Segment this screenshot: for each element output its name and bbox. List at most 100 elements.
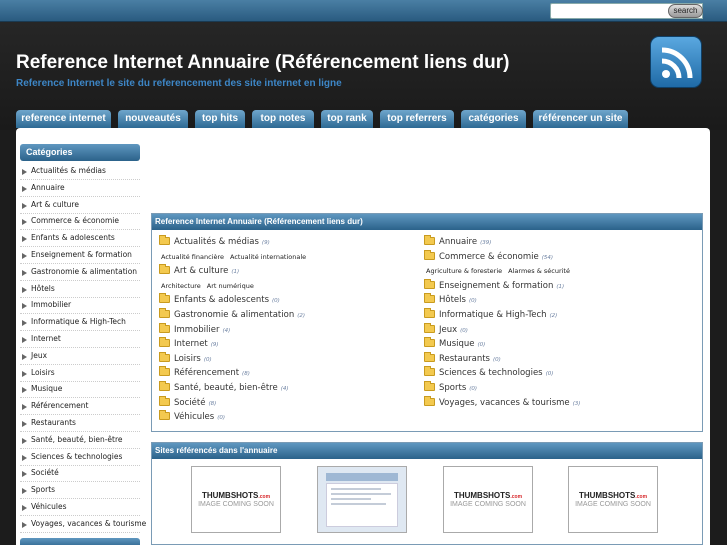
category-voyages-vacances-tourisme[interactable]: Voyages, vacances & tourisme (3) (424, 395, 580, 409)
arrow-right-icon (22, 404, 27, 411)
site-subtitle: Reference Internet le site du referencem… (16, 78, 342, 89)
category-count: (0) (468, 298, 477, 305)
category-name: Annuaire (439, 237, 478, 247)
sidebar-item-sciences-technologies[interactable]: Sciences & technologies (20, 449, 140, 466)
sidebar-item-societe[interactable]: Société (20, 465, 140, 483)
arrow-right-icon (22, 269, 27, 276)
folder-icon (159, 410, 170, 421)
arrow-right-icon (22, 353, 27, 360)
sidebar-item-sante-beaute-bien-etre[interactable]: Santé, beauté, bien-être (20, 432, 140, 449)
folder-icon (424, 249, 435, 260)
category-enseignement-formation[interactable]: Enseignement & formation (1) (424, 278, 564, 292)
folder-icon (159, 381, 170, 391)
category-count: (1) (231, 269, 240, 276)
subcategory-link[interactable]: Architecture (161, 282, 201, 290)
top-bar: search (0, 0, 727, 22)
sidebar-item-gastronomie-alimentation[interactable]: Gastronomie & alimentation (20, 264, 140, 281)
sidebar-item-enfants-adolescents[interactable]: Enfants & adolescents (20, 230, 140, 248)
sidebar-item-art-culture[interactable]: Art & culture (20, 197, 140, 214)
image-coming-soon-text: IMAGE COMING SOON (450, 501, 526, 508)
rss-feed-icon[interactable] (650, 36, 702, 88)
category-societe[interactable]: Société (8) (159, 395, 216, 409)
category-commerce-economie[interactable]: Commerce & économie (54) (424, 249, 554, 263)
site-thumbnail[interactable]: THUMBSHOTS.com IMAGE COMING SOON (191, 466, 281, 533)
category-sports[interactable]: Sports (0) (424, 381, 477, 394)
category-gastronomie-alimentation[interactable]: Gastronomie & alimentation (2) (159, 308, 305, 321)
sidebar-item-label: Internet (31, 334, 61, 343)
category-sciences-technologies[interactable]: Sciences & technologies (0) (424, 366, 554, 379)
site-thumbnail[interactable]: THUMBSHOTS.com IMAGE COMING SOON (568, 466, 658, 533)
category-immobilier[interactable]: Immobilier (4) (159, 322, 230, 336)
sidebar-item-musique[interactable]: Musique (20, 381, 140, 399)
arrow-right-icon (22, 471, 27, 478)
sidebar-item-commerce-economie[interactable]: Commerce & économie (20, 213, 140, 231)
category-count: (0) (217, 415, 226, 422)
category-count: (0) (545, 371, 554, 378)
category-name: Sports (439, 383, 467, 393)
category-musique[interactable]: Musique (0) (424, 337, 486, 350)
category-actualites-medias[interactable]: Actualités & médias (9) (159, 235, 270, 248)
thumbnail-header (326, 473, 398, 481)
subcategory-link[interactable]: Alarmes & sécurité (508, 267, 570, 275)
category-annuaire[interactable]: Annuaire (39) (424, 235, 492, 248)
thumbshots-brand: THUMBSHOTS (578, 491, 636, 500)
subcategory-link[interactable]: Actualité financière (161, 253, 224, 261)
category-enfants-adolescents[interactable]: Enfants & adolescents (0) (159, 293, 280, 306)
tab-referencer-un-site[interactable]: référencer un site (533, 110, 628, 128)
tab-top-referrers[interactable]: top referrers (380, 110, 454, 128)
thumbshots-suffix: .com (635, 494, 648, 500)
category-referencement[interactable]: Référencement (8) (159, 366, 250, 379)
category-art-culture[interactable]: Art & culture (1) (159, 264, 240, 277)
sidebar-item-vehicules[interactable]: Véhicules (20, 499, 140, 516)
sidebar-item-label: Annuaire (31, 182, 65, 192)
category-jeux[interactable]: Jeux (0) (424, 322, 468, 336)
tab-top-rank[interactable]: top rank (321, 110, 373, 128)
sidebar-item-annuaire[interactable]: Annuaire (20, 180, 140, 197)
category-informatique-high-tech[interactable]: Informatique & High-Tech (2) (424, 308, 557, 321)
sidebar-item-internet[interactable]: Internet (20, 331, 140, 348)
sidebar-item-label: Hôtels (31, 283, 55, 293)
tab-nouveautes[interactable]: nouveautés (118, 110, 188, 128)
directory-title: Reference Internet Annuaire (Référenceme… (152, 214, 702, 230)
sidebar-item-immobilier[interactable]: Immobilier (20, 297, 140, 315)
category-name: Loisirs (174, 353, 201, 364)
arrow-right-icon (22, 303, 27, 310)
sidebar-item-actualites-medias[interactable]: Actualités & médias (20, 163, 140, 180)
sidebar-item-sports[interactable]: Sports (20, 482, 140, 500)
category-count: (39) (480, 240, 492, 246)
category-name: Immobilier (174, 324, 220, 335)
category-sante-beaute-bien-etre[interactable]: Santé, beauté, bien-être (4) (159, 381, 288, 394)
sidebar-item-loisirs[interactable]: Loisirs (20, 365, 140, 382)
category-restaurants[interactable]: Restaurants (0) (424, 351, 501, 365)
category-name: Voyages, vacances & tourisme (439, 397, 570, 408)
category-vehicules[interactable]: Véhicules (0) (159, 410, 226, 423)
category-count: (0) (272, 298, 280, 305)
sidebar-item-voyages-vacances-tourisme[interactable]: Voyages, vacances & tourisme (20, 516, 146, 533)
subcategory-link[interactable]: Art numérique (207, 282, 254, 290)
tab-categories[interactable]: catégories (461, 110, 526, 128)
site-thumbnail[interactable]: THUMBSHOTS.com IMAGE COMING SOON (443, 466, 533, 533)
category-loisirs[interactable]: Loisirs (0) (159, 351, 212, 365)
sidebar-item-hotels[interactable]: Hôtels (20, 281, 140, 298)
subcategory-link[interactable]: Actualité internationale (230, 253, 306, 261)
site-thumbnail[interactable] (317, 466, 407, 533)
category-count: (54) (541, 254, 554, 261)
sidebar-item-label: Jeux (31, 350, 48, 360)
sidebar-item-referencement[interactable]: Référencement (20, 398, 140, 416)
sidebar-item-enseignement-formation[interactable]: Enseignement & formation (20, 247, 140, 264)
sidebar-item-restaurants[interactable]: Restaurants (20, 415, 140, 432)
subcategory-link[interactable]: Agriculture & foresterie (426, 267, 502, 275)
category-hotels[interactable]: Hôtels (0) (424, 293, 477, 306)
category-internet[interactable]: Internet (9) (159, 337, 219, 350)
tab-reference-internet[interactable]: reference internet (16, 110, 111, 128)
category-count: (0) (477, 342, 486, 349)
tab-top-notes[interactable]: top notes (252, 110, 314, 128)
category-name: Gastronomie & alimentation (174, 310, 295, 320)
sidebar-item-informatique-high-tech[interactable]: Informatique & High-Tech (20, 314, 140, 332)
tab-top-hits[interactable]: top hits (195, 110, 245, 128)
folder-icon (424, 235, 435, 245)
sidebar-item-jeux[interactable]: Jeux (20, 348, 140, 365)
search-button[interactable]: search (668, 4, 703, 18)
site-title[interactable]: Reference Internet Annuaire (Référenceme… (16, 52, 509, 74)
sidebar-item-label: Musique (31, 384, 63, 394)
